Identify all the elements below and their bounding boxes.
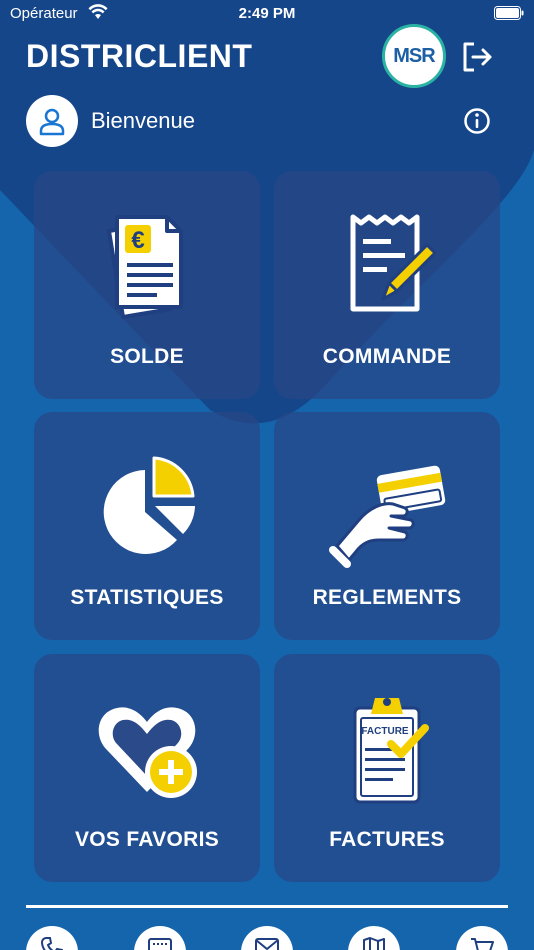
tile-commande[interactable]: COMMANDE <box>274 171 500 399</box>
brand-logo: MSR <box>382 24 446 88</box>
pie-chart-icon <box>103 456 195 554</box>
tile-solde[interactable]: € SOLDE <box>34 171 260 399</box>
app-screen: Opérateur 2:49 PM DISTRICLIENT MSR Bienv… <box>0 0 534 950</box>
nav-map-button[interactable] <box>348 926 400 950</box>
avatar[interactable] <box>26 95 78 147</box>
info-icon[interactable] <box>463 107 491 135</box>
tile-label: VOS FAVORIS <box>74 828 220 851</box>
divider <box>26 905 508 908</box>
heart-plus-icon <box>98 707 197 798</box>
tile-factures[interactable]: FACTURE FACTURES <box>274 654 500 882</box>
map-icon <box>363 937 385 950</box>
euro-document-icon: € <box>107 215 183 319</box>
mail-icon <box>255 938 279 950</box>
tile-label: SOLDE <box>110 345 184 368</box>
tile-label: FACTURES <box>329 828 445 851</box>
app-title: DISTRICLIENT <box>26 38 253 74</box>
cart-icon <box>471 938 494 950</box>
welcome-row: Bienvenue <box>26 95 195 147</box>
status-bar: Opérateur 2:49 PM <box>0 0 534 28</box>
hand-card-icon <box>329 465 446 568</box>
keyboard-icon <box>148 938 172 950</box>
svg-text:FACTURE: FACTURE <box>361 726 409 737</box>
phone-icon <box>40 937 63 950</box>
nav-keyboard-button[interactable] <box>134 926 186 950</box>
nav-phone-button[interactable] <box>26 926 78 950</box>
nav-cart-button[interactable] <box>456 926 508 950</box>
user-icon <box>39 108 65 136</box>
tile-reglements[interactable]: REGLEMENTS <box>274 412 500 640</box>
battery-icon <box>494 6 524 20</box>
invoice-check-icon: FACTURE <box>353 698 429 804</box>
logo-text: MSR <box>393 44 435 67</box>
app-header: DISTRICLIENT <box>26 38 252 75</box>
svg-text:€: € <box>131 227 144 254</box>
logout-icon[interactable] <box>460 40 494 74</box>
welcome-label: Bienvenue <box>91 108 195 133</box>
tile-label: COMMANDE <box>322 345 452 368</box>
tile-label: REGLEMENTS <box>312 586 462 609</box>
order-form-pencil-icon <box>350 214 437 312</box>
tile-label: STATISTIQUES <box>70 586 224 609</box>
nav-mail-button[interactable] <box>241 926 293 950</box>
clock: 2:49 PM <box>238 5 296 22</box>
tile-statistiques[interactable]: STATISTIQUES <box>34 412 260 640</box>
bottom-nav <box>0 926 534 950</box>
tile-favoris[interactable]: VOS FAVORIS <box>34 654 260 882</box>
